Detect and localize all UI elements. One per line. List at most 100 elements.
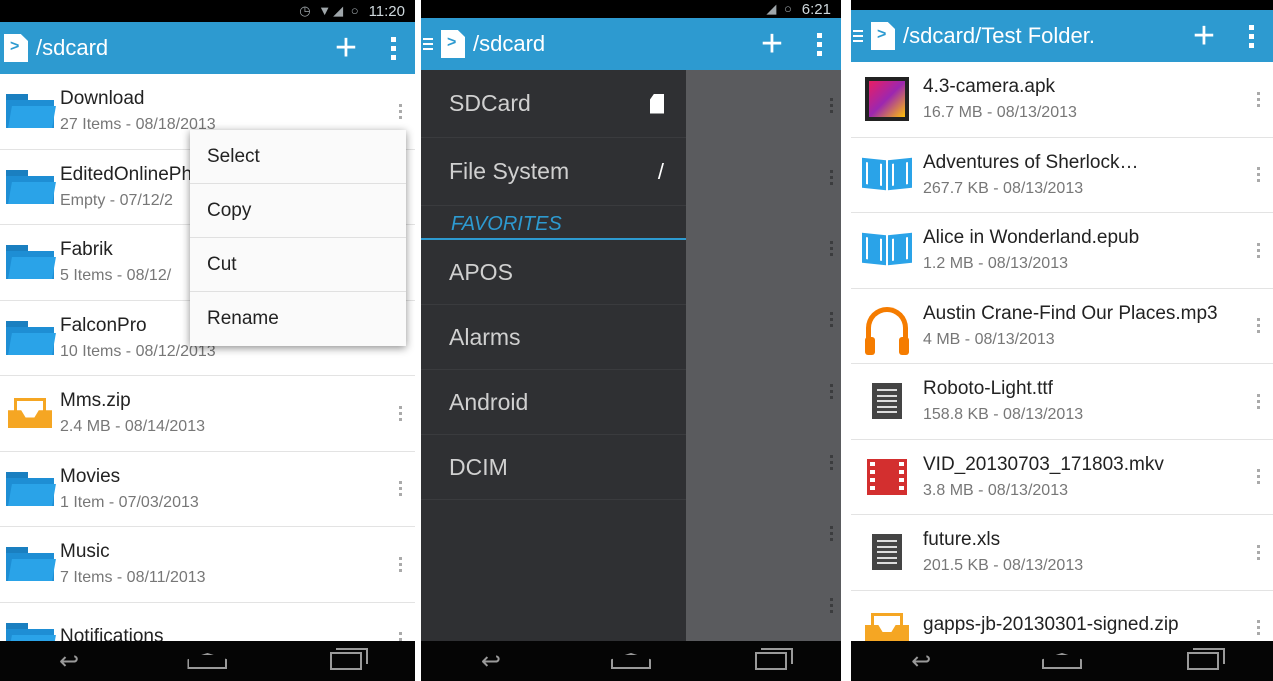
path-title: /sdcard <box>473 31 546 56</box>
document-icon <box>872 383 902 420</box>
nav-bar: ↩ <box>421 641 841 681</box>
nav-bar: ↩ <box>851 641 1273 681</box>
item-meta: 201.5 KB - 08/13/2013 <box>923 557 1084 575</box>
item-overflow-icon[interactable] <box>1243 620 1273 636</box>
item-overflow-icon[interactable] <box>385 556 415 572</box>
item-name: Alice in Wonderland.epub <box>923 227 1140 249</box>
add-button[interactable]: + <box>321 29 371 67</box>
item-name: Roboto-Light.ttf <box>923 378 1053 400</box>
item-meta: 3.8 MB - 08/13/2013 <box>923 481 1068 499</box>
back-icon[interactable]: ↩ <box>49 648 89 675</box>
back-icon[interactable]: ↩ <box>901 648 941 675</box>
recents-icon[interactable] <box>326 648 368 673</box>
item-meta: 7 Items - 08/11/2013 <box>60 569 206 587</box>
recents-icon[interactable] <box>751 648 793 673</box>
file-list: 4.3-camera.apk 16.7 MB - 08/13/2013 Adven… <box>851 62 1273 666</box>
status-icons: ◷ ▼◢ ○ <box>299 3 361 18</box>
dimmed-content[interactable] <box>686 70 841 641</box>
home-icon[interactable] <box>1041 649 1082 673</box>
home-icon[interactable] <box>611 649 651 673</box>
path-title: /sdcard <box>36 35 109 60</box>
add-button[interactable]: + <box>1179 17 1229 55</box>
action-bar: /sdcard + <box>421 18 841 70</box>
list-item[interactable]: Movies 1 Item - 07/03/2013 <box>0 452 415 527</box>
menu-item-rename[interactable]: Rename <box>190 292 406 346</box>
drawer-indicator-icon[interactable] <box>423 38 437 50</box>
add-button[interactable]: + <box>747 25 797 63</box>
drawer-item-alarms[interactable]: Alarms <box>421 305 686 370</box>
headphones-icon <box>865 306 909 355</box>
drawer-item-file-system[interactable]: File System / <box>421 138 686 206</box>
item-meta: 2.4 MB - 08/14/2013 <box>60 418 205 436</box>
item-overflow-icon[interactable] <box>1243 393 1273 409</box>
home-icon[interactable] <box>187 649 228 673</box>
app-logo-icon[interactable] <box>441 30 465 58</box>
item-overflow-icon[interactable] <box>385 481 415 497</box>
item-name: Download <box>60 88 145 110</box>
list-item[interactable]: VID_20130703_171803.mkv 3.8 MB - 08/13/20… <box>851 440 1273 515</box>
list-item[interactable]: 4.3-camera.apk 16.7 MB - 08/13/2013 <box>851 62 1273 138</box>
phone-screen-drawer: ◢ ○ 6:21 /sdcard + SDCard File System / … <box>421 0 841 681</box>
folder-icon <box>6 245 56 280</box>
overflow-menu-icon[interactable] <box>1229 24 1273 48</box>
item-overflow-icon[interactable] <box>1243 544 1273 560</box>
item-meta: 158.8 KB - 08/13/2013 <box>923 406 1084 424</box>
folder-icon <box>6 320 56 355</box>
status-time: 11:20 <box>368 2 405 20</box>
root-slash-icon: / <box>657 158 664 184</box>
item-overflow-icon[interactable] <box>1243 91 1273 107</box>
item-name: Mms.zip <box>60 390 131 412</box>
list-item[interactable]: Austin Crane-Find Our Places.mp3 4 MB - 0… <box>851 289 1273 364</box>
folder-icon <box>6 471 56 506</box>
recents-icon[interactable] <box>1183 648 1225 673</box>
action-bar: /sdcard + <box>0 22 415 74</box>
drawer-item-sdcard[interactable]: SDCard <box>421 70 686 138</box>
item-name: gapps-jb-20130301-signed.zip <box>923 613 1179 635</box>
action-bar: /sdcard/Test Folder. + <box>851 10 1273 62</box>
folder-icon <box>6 547 56 582</box>
status-bar <box>851 0 1273 10</box>
status-icons: ◢ ○ <box>766 1 794 16</box>
book-icon <box>862 232 912 266</box>
list-item[interactable]: Adventures of Sherlock… 267.7 KB - 08/13/… <box>851 138 1273 213</box>
drawer-item-label: File System <box>449 158 570 184</box>
app-logo-icon[interactable] <box>871 22 895 50</box>
drawer-item-android[interactable]: Android <box>421 370 686 435</box>
status-bar: ◢ ○ 6:21 <box>421 0 841 18</box>
document-icon <box>872 534 902 571</box>
item-overflow-icon[interactable] <box>1243 167 1273 183</box>
overflow-menu-icon[interactable] <box>797 32 841 56</box>
drawer-item-apos[interactable]: APOS <box>421 240 686 305</box>
item-overflow-icon[interactable] <box>385 405 415 421</box>
item-overflow-icon[interactable] <box>1243 469 1273 485</box>
list-item[interactable]: Mms.zip 2.4 MB - 08/14/2013 <box>0 376 415 452</box>
item-meta: 1 Item - 07/03/2013 <box>60 493 199 511</box>
item-overflow-icon[interactable] <box>385 103 415 119</box>
list-item[interactable]: Music 7 Items - 08/11/2013 <box>0 527 415 603</box>
drawer-indicator-icon[interactable] <box>853 30 867 42</box>
menu-item-select[interactable]: Select <box>190 130 406 184</box>
archive-icon <box>8 398 52 429</box>
item-name: Music <box>60 541 110 563</box>
apk-icon <box>865 77 909 122</box>
item-name: 4.3-camera.apk <box>923 76 1056 98</box>
overflow-menu-icon[interactable] <box>371 36 415 60</box>
menu-item-copy[interactable]: Copy <box>190 184 406 238</box>
item-overflow-icon[interactable] <box>1243 242 1273 258</box>
drawer-item-label: SDCard <box>449 90 531 116</box>
menu-item-cut[interactable]: Cut <box>190 238 406 292</box>
phone-screen-file-list: /sdcard/Test Folder. + 4.3-camera.apk 16.… <box>851 0 1273 681</box>
back-icon[interactable]: ↩ <box>471 648 511 675</box>
nav-bar: ↩ <box>0 641 415 681</box>
list-item[interactable]: future.xls 201.5 KB - 08/13/2013 <box>851 515 1273 591</box>
app-logo-icon[interactable] <box>4 34 28 62</box>
item-name: VID_20130703_171803.mkv <box>923 453 1164 475</box>
item-overflow-icon[interactable] <box>1243 318 1273 334</box>
list-item[interactable]: Alice in Wonderland.epub 1.2 MB - 08/13/2… <box>851 213 1273 289</box>
list-item[interactable]: Roboto-Light.ttf 158.8 KB - 08/13/2013 <box>851 364 1273 440</box>
item-meta: 267.7 KB - 08/13/2013 <box>923 179 1084 197</box>
status-time: 6:21 <box>801 0 831 18</box>
phone-screen-folder-list: ◷ ▼◢ ○ 11:20 /sdcard + Download27 Items … <box>0 0 415 681</box>
item-meta: 1.2 MB - 08/13/2013 <box>923 255 1068 273</box>
drawer-item-dcim[interactable]: DCIM <box>421 435 686 500</box>
